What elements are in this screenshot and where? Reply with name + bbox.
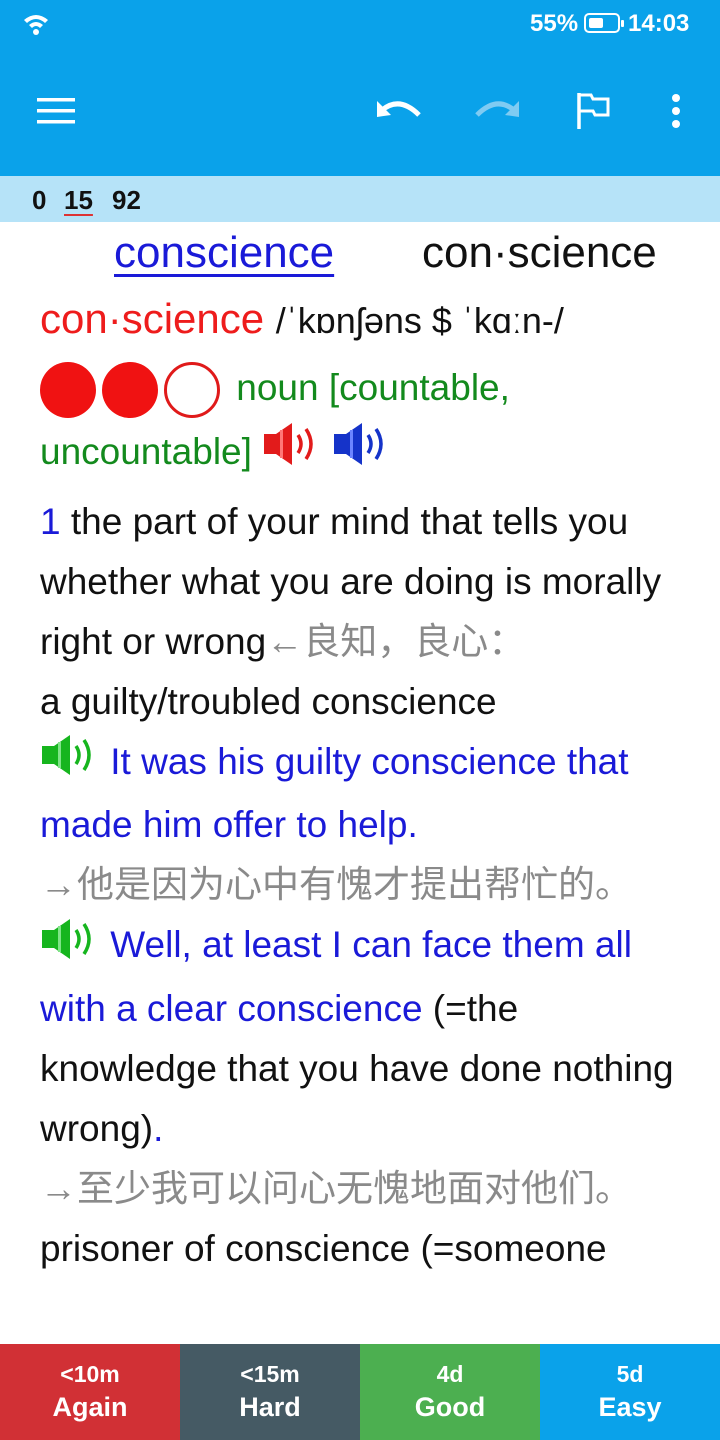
- answer-buttons: <10m Again <15m Hard 4d Good 5d Easy: [0, 1344, 720, 1440]
- undo-icon: [377, 101, 421, 117]
- card-content: conscience con·science con·science /ˈkɒn…: [0, 222, 720, 1344]
- undo-button[interactable]: [374, 82, 426, 140]
- example-1: It was his guilty conscience that made h…: [40, 732, 680, 855]
- example-2-translation: →至少我可以问心无愧地面对他们。: [40, 1167, 632, 1209]
- review-count: 92: [112, 185, 141, 215]
- phrase-entry: prisoner of conscience (=someone: [40, 1227, 607, 1269]
- new-count: 0: [32, 185, 47, 215]
- british-audio-icon[interactable]: [262, 420, 322, 488]
- example-audio-icon[interactable]: [40, 733, 100, 795]
- redo-button[interactable]: [470, 82, 522, 140]
- battery-icon: [584, 13, 624, 33]
- menu-icon: [37, 98, 75, 124]
- frequency-dot-filled: [40, 362, 96, 419]
- again-button[interactable]: <10m Again: [0, 1344, 180, 1440]
- headword-syllables: con·science: [422, 228, 657, 277]
- example-1-text: It was his guilty conscience that made h…: [40, 741, 629, 846]
- app-bar: 55% 14:03: [0, 0, 720, 176]
- pronunciation: /ˈkɒnʃəns $ ˈkɑːn-/: [275, 300, 564, 341]
- example-2-period: .: [153, 1107, 164, 1149]
- again-interval: <10m: [60, 1361, 120, 1387]
- hard-label: Hard: [239, 1392, 301, 1422]
- good-button[interactable]: 4d Good: [360, 1344, 540, 1440]
- card-counts: 0 15 92: [0, 176, 720, 222]
- sense-definition: 1 the part of your mind that tells you w…: [40, 492, 680, 672]
- example-1-translation: →他是因为心中有愧才提出帮忙的。: [40, 864, 632, 906]
- battery-percent: 55%: [530, 10, 579, 37]
- frequency-pos: noun [countable, uncountable]: [40, 356, 680, 488]
- entry-headword: con·science: [40, 295, 265, 342]
- example-audio-icon[interactable]: [40, 917, 100, 979]
- flag-icon: [577, 93, 610, 129]
- clock: 14:03: [628, 10, 690, 37]
- sense-number: 1: [40, 501, 61, 543]
- more-options-button[interactable]: [658, 82, 694, 140]
- learning-count: 15: [64, 185, 93, 215]
- frequency-dot-filled: [102, 362, 158, 419]
- example-2-text: Well, at least I can face them all with …: [40, 924, 632, 1029]
- headword-link[interactable]: conscience: [114, 222, 334, 284]
- good-interval: 4d: [436, 1361, 464, 1387]
- example-2: Well, at least I can face them all with …: [40, 915, 680, 1158]
- again-label: Again: [52, 1392, 128, 1422]
- hard-button[interactable]: <15m Hard: [180, 1344, 360, 1440]
- american-audio-icon[interactable]: [332, 420, 392, 488]
- status-bar: 55% 14:03: [0, 0, 720, 50]
- collocation: a guilty/troubled conscience: [40, 681, 497, 723]
- menu-button[interactable]: [34, 82, 80, 140]
- good-label: Good: [414, 1392, 486, 1422]
- easy-label: Easy: [598, 1392, 662, 1422]
- redo-icon: [475, 101, 519, 117]
- frequency-dot-empty: [164, 362, 220, 419]
- wifi-icon: [24, 15, 48, 35]
- more-vert-icon: [672, 94, 680, 128]
- definition-translation: ←良知，良心：: [266, 621, 526, 663]
- flag-button[interactable]: [570, 82, 616, 140]
- easy-button[interactable]: 5d Easy: [540, 1344, 720, 1440]
- easy-interval: 5d: [616, 1361, 644, 1387]
- hard-interval: <15m: [240, 1361, 300, 1387]
